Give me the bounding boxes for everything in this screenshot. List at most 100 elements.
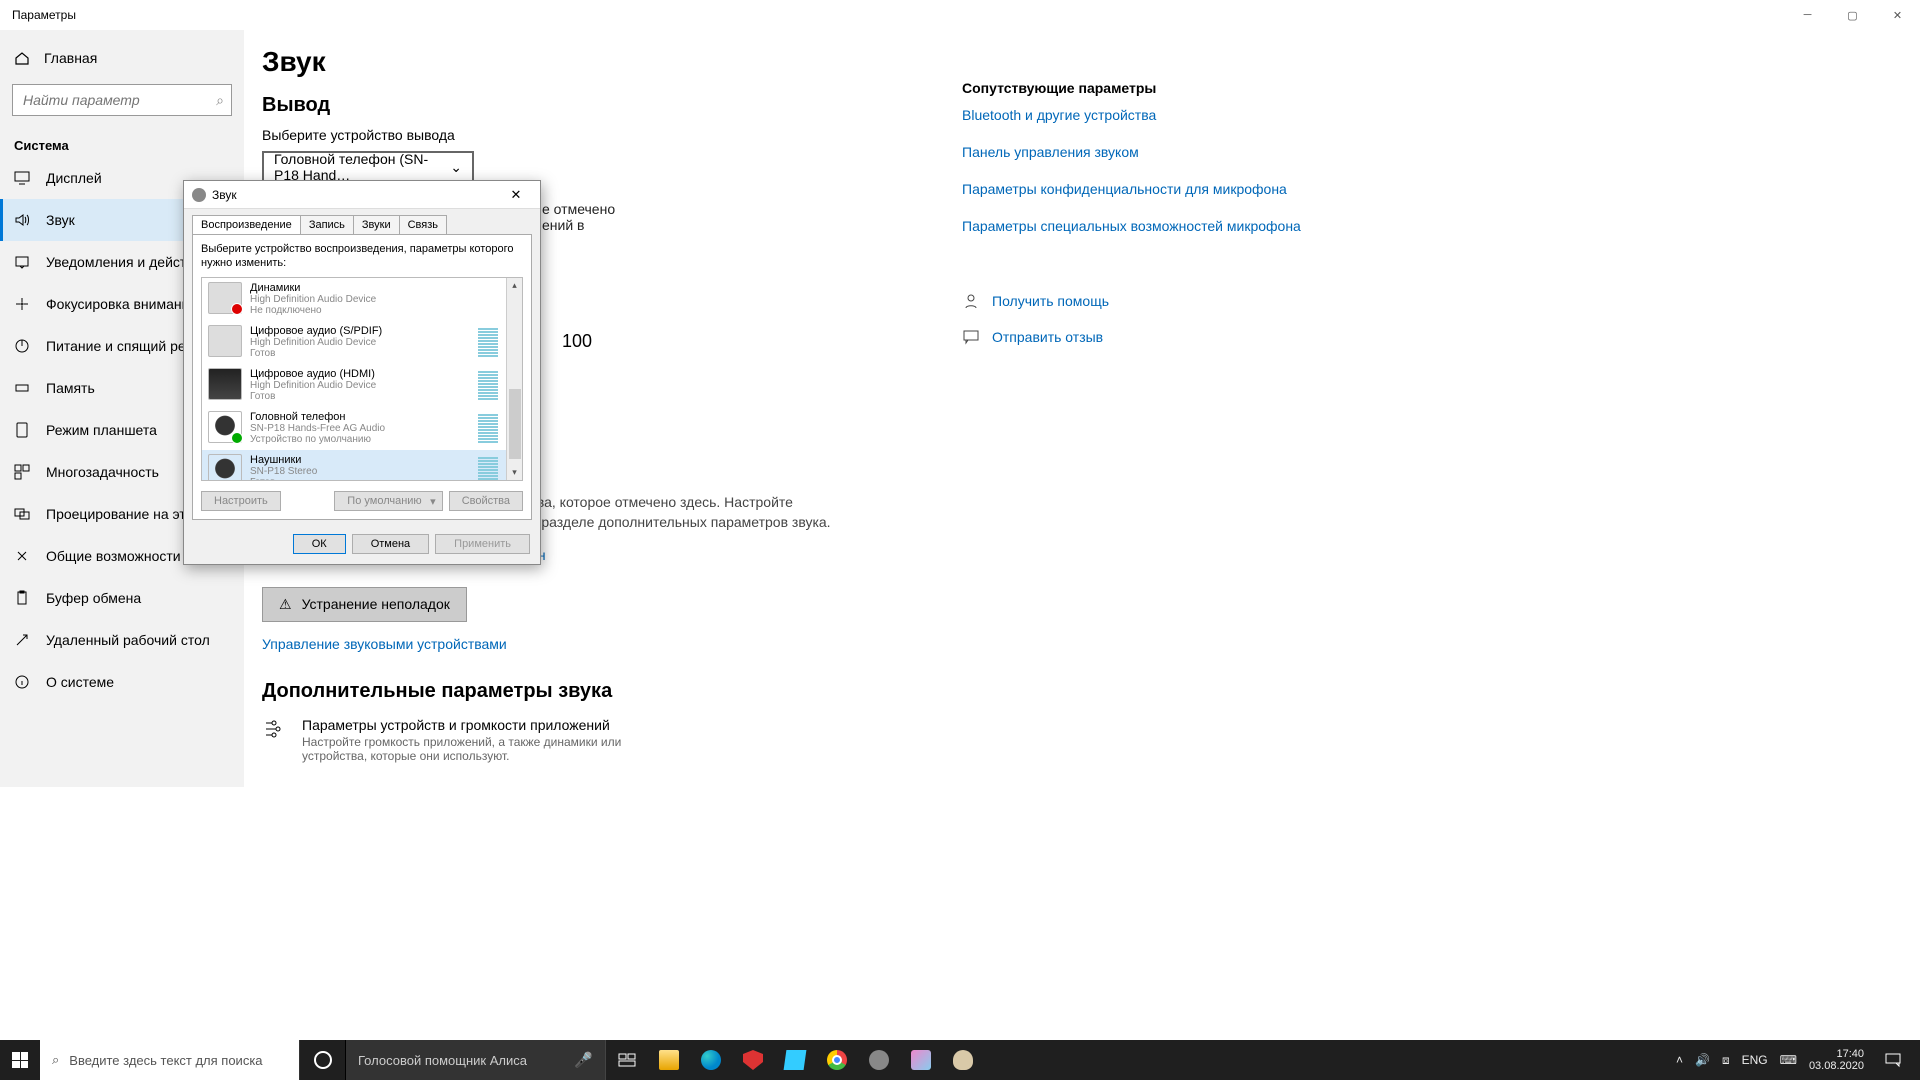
device-icon: [208, 454, 242, 481]
properties-button[interactable]: Свойства: [449, 491, 523, 511]
start-button[interactable]: [0, 1040, 40, 1080]
taskbar-app-settings[interactable]: [858, 1040, 900, 1080]
device-row[interactable]: НаушникиSN-P18 StereoГотов: [202, 450, 522, 481]
sidebar-item-about[interactable]: О системе: [0, 661, 244, 703]
taskbar-app-edge[interactable]: [690, 1040, 732, 1080]
info-icon: [14, 674, 30, 690]
device-status: Не подключено: [250, 305, 376, 317]
device-icon: [208, 325, 242, 357]
app-volume-row[interactable]: Параметры устройств и громкости приложен…: [262, 717, 962, 763]
remote-icon: [14, 632, 30, 648]
shared-icon: [14, 548, 30, 564]
tablet-icon: [14, 422, 30, 438]
device-icon: [208, 411, 242, 443]
search-icon: ⌕: [216, 92, 224, 109]
search-input[interactable]: [12, 84, 232, 116]
feedback-link[interactable]: Отправить отзыв: [962, 328, 1302, 346]
scroll-thumb[interactable]: [509, 389, 521, 459]
tray-chevron-icon[interactable]: ˄: [1676, 1053, 1683, 1067]
tab-recording[interactable]: Запись: [300, 215, 354, 234]
notification-icon: [1884, 1051, 1902, 1069]
ok-button[interactable]: ОК: [293, 534, 346, 554]
clipboard-icon: [14, 590, 30, 606]
device-sub: SN-P18 Hands-Free AG Audio: [250, 423, 385, 435]
related-link-ease[interactable]: Параметры специальных возможностей микро…: [962, 217, 1302, 236]
maximize-button[interactable]: ▢: [1830, 0, 1875, 30]
minimize-button[interactable]: ─: [1785, 0, 1830, 30]
device-status: Готов: [250, 348, 382, 360]
dialog-titlebar[interactable]: Звук ✕: [184, 181, 540, 209]
dialog-close-button[interactable]: ✕: [500, 187, 532, 203]
get-help-link[interactable]: Получить помощь: [962, 292, 1302, 310]
device-status: Устройство по умолчанию: [250, 434, 385, 446]
device-row[interactable]: ДинамикиHigh Definition Audio DeviceНе п…: [202, 278, 522, 321]
device-name: Головной телефон: [250, 411, 385, 423]
close-button[interactable]: ✕: [1875, 0, 1920, 30]
obscured-text-fragment: е отмечено ений в: [542, 201, 615, 233]
device-status: Готов: [250, 477, 317, 481]
paint-icon: [911, 1050, 931, 1070]
apply-button[interactable]: Применить: [435, 534, 530, 554]
output-device-dropdown[interactable]: Головной телефон (SN-P18 Hand… ⌄: [262, 151, 474, 183]
tray-network-icon[interactable]: ⧈: [1722, 1053, 1730, 1068]
mixer-icon: [262, 717, 286, 741]
scrollbar[interactable]: ▴ ▾: [506, 278, 522, 480]
taskbar-app-security[interactable]: [732, 1040, 774, 1080]
device-row[interactable]: Цифровое аудио (S/PDIF)High Definition A…: [202, 321, 522, 364]
cancel-button[interactable]: Отмена: [352, 534, 429, 554]
taskbar-search-placeholder: Введите здесь текст для поиска: [69, 1053, 262, 1068]
dialog-title: Звук: [212, 188, 237, 202]
set-default-button[interactable]: По умолчанию: [334, 491, 442, 511]
page-title: Звук: [262, 46, 962, 78]
taskbar-app-misc[interactable]: [942, 1040, 984, 1080]
taskbar-app-explorer[interactable]: [648, 1040, 690, 1080]
scroll-down-icon[interactable]: ▾: [512, 465, 517, 480]
window-title: Параметры: [12, 8, 76, 22]
taskbar-app-chrome[interactable]: [816, 1040, 858, 1080]
device-list[interactable]: Динамики High Definition Audio Device Не п…: [201, 277, 523, 481]
tray-clock[interactable]: 17:40 03.08.2020: [1809, 1048, 1864, 1072]
tab-playback[interactable]: Воспроизведение: [192, 215, 301, 234]
tray-language[interactable]: ENG: [1742, 1053, 1768, 1067]
multitask-icon: [14, 464, 30, 480]
device-row[interactable]: Цифровое аудио (HDMI)High Definition Aud…: [202, 364, 522, 407]
action-center-button[interactable]: [1876, 1051, 1910, 1069]
configure-button[interactable]: Настроить: [201, 491, 281, 511]
taskview-button[interactable]: [606, 1040, 648, 1080]
window-titlebar: Параметры ─ ▢ ✕: [0, 0, 1920, 30]
device-sub: High Definition Audio Device: [250, 337, 382, 349]
related-link-bluetooth[interactable]: Bluetooth и другие устройства: [962, 106, 1302, 125]
power-icon: [14, 338, 30, 354]
device-sub: High Definition Audio Device: [250, 380, 376, 392]
dialog-instruction: Выберите устройство воспроизведения, пар…: [201, 243, 523, 271]
scroll-up-icon[interactable]: ▴: [512, 278, 517, 293]
device-row[interactable]: Головной телефонSN-P18 Hands-Free AG Aud…: [202, 407, 522, 450]
tab-sounds[interactable]: Звуки: [353, 215, 400, 234]
taskbar-app-paint[interactable]: [900, 1040, 942, 1080]
feedback-icon: [962, 328, 980, 346]
related-link-privacy[interactable]: Параметры конфиденциальности для микрофо…: [962, 180, 1302, 199]
tray-keyboard-icon[interactable]: ⌨: [1780, 1053, 1797, 1067]
sidebar-item-remote[interactable]: Удаленный рабочий стол: [0, 619, 244, 661]
output-select-label: Выберите устройство вывода: [262, 127, 962, 143]
home-icon: [14, 50, 30, 66]
taskbar-search[interactable]: ⌕ Введите здесь текст для поиска: [40, 1040, 300, 1080]
manage-devices-link[interactable]: Управление звуковыми устройствами: [262, 636, 507, 652]
gear-icon: [869, 1050, 889, 1070]
alisa-assistant[interactable]: Голосовой помощник Алиса 🎤: [346, 1040, 606, 1080]
tab-communications[interactable]: Связь: [399, 215, 447, 234]
troubleshoot-button[interactable]: ⚠ Устранение неполадок: [262, 587, 467, 622]
volume-value: 100: [562, 331, 592, 352]
sound-icon: [14, 212, 30, 228]
cortana-icon: [314, 1051, 332, 1069]
advanced-heading: Дополнительные параметры звука: [262, 680, 962, 703]
device-name: Динамики: [250, 282, 376, 294]
related-link-soundcp[interactable]: Панель управления звуком: [962, 143, 1302, 162]
sidebar-home[interactable]: Главная: [0, 42, 244, 74]
microphone-icon: 🎤: [574, 1051, 593, 1069]
taskbar-app-blue[interactable]: [774, 1040, 816, 1080]
cortana-button[interactable]: [300, 1040, 346, 1080]
sidebar-item-clipboard[interactable]: Буфер обмена: [0, 577, 244, 619]
edge-icon: [701, 1050, 721, 1070]
tray-volume-icon[interactable]: 🔊: [1695, 1053, 1710, 1067]
